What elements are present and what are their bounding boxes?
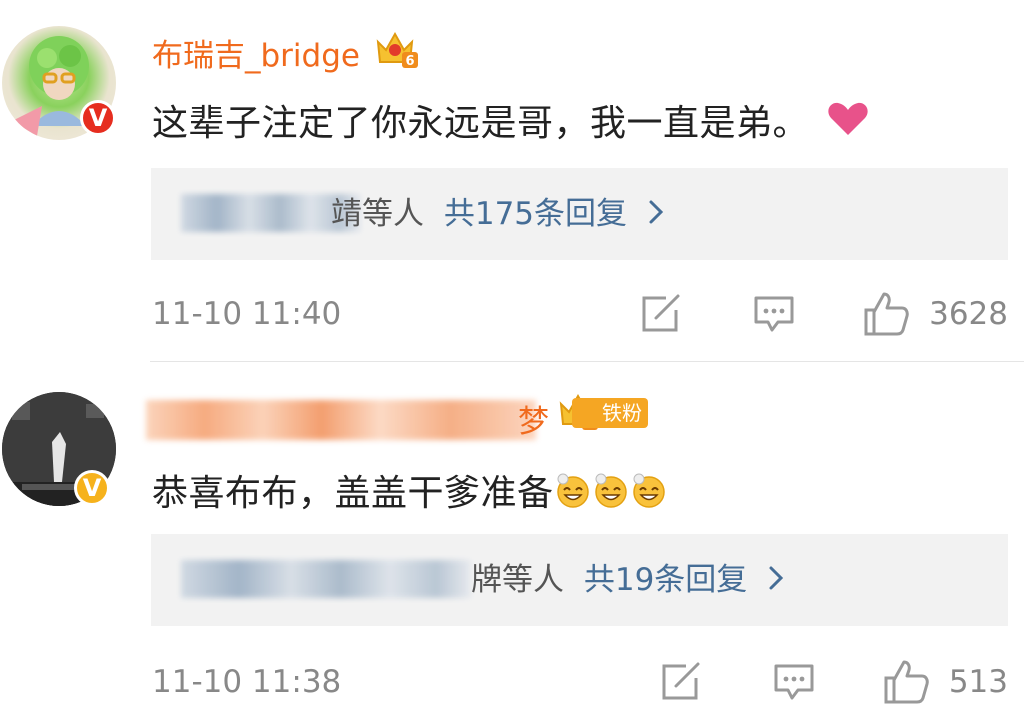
- crown-level-icon[interactable]: 6: [374, 30, 420, 70]
- share-edit-icon[interactable]: [656, 658, 704, 706]
- chevron-right-icon[interactable]: [645, 197, 667, 227]
- svg-text:6: 6: [405, 54, 414, 69]
- reply-preview[interactable]: 牌等人 共19条回复: [151, 534, 1008, 626]
- comment-text-body: 这辈子注定了你永远是哥，我一直是弟。: [152, 103, 810, 144]
- username[interactable]: 梦: [518, 396, 549, 441]
- reply-count-link[interactable]: 共19条回复: [584, 562, 747, 598]
- share-edit-icon[interactable]: [636, 290, 684, 338]
- thumbs-up-icon[interactable]: [882, 658, 930, 706]
- comment-text: 这辈子注定了你永远是哥，我一直是弟。: [152, 94, 869, 146]
- reply-names: 牌等人: [471, 562, 564, 598]
- fan-badge-label: 铁粉: [602, 401, 642, 425]
- blurred-username: [146, 400, 536, 440]
- grin-emoji-icon: [594, 473, 627, 508]
- like-count: 513: [948, 664, 1008, 700]
- comment-text-body: 恭喜布布，盖盖干爹准备: [152, 473, 554, 514]
- heart-icon: [828, 102, 868, 135]
- reply-names: 靖等人: [331, 196, 424, 232]
- grin-emoji-icon: [556, 473, 589, 508]
- comment-text: 恭喜布布，盖盖干爹准备: [152, 464, 668, 516]
- grin-emoji-icon: [632, 473, 665, 508]
- comment-footer: 11-10 11:38 513: [152, 660, 1008, 704]
- username[interactable]: 布瑞吉_bridge: [152, 30, 360, 75]
- chevron-right-icon[interactable]: [765, 563, 787, 593]
- thumbs-up-icon[interactable]: [862, 290, 910, 338]
- comment-icon[interactable]: [770, 658, 818, 706]
- comment-item: V 布瑞吉_bridge 6 这辈子注定了你永远是哥，我一直是弟。 靖等人 共1…: [0, 0, 1024, 362]
- reply-preview[interactable]: 靖等人 共175条回复: [151, 168, 1008, 260]
- fan-badge: 铁粉: [572, 398, 648, 428]
- reply-count-link[interactable]: 共175条回复: [444, 196, 627, 232]
- timestamp: 11-10 11:40: [152, 296, 342, 332]
- like-count: 3628: [929, 296, 1008, 332]
- comment-item: V 梦 4 铁粉 恭喜布布，盖盖干爹准备: [0, 362, 1024, 718]
- comment-icon[interactable]: [750, 290, 798, 338]
- blurred-reply-names: [181, 560, 471, 598]
- comment-footer: 11-10 11:40 3628: [152, 292, 1008, 336]
- verified-badge: V: [74, 470, 110, 506]
- timestamp: 11-10 11:38: [152, 664, 342, 700]
- verified-badge: V: [80, 100, 116, 136]
